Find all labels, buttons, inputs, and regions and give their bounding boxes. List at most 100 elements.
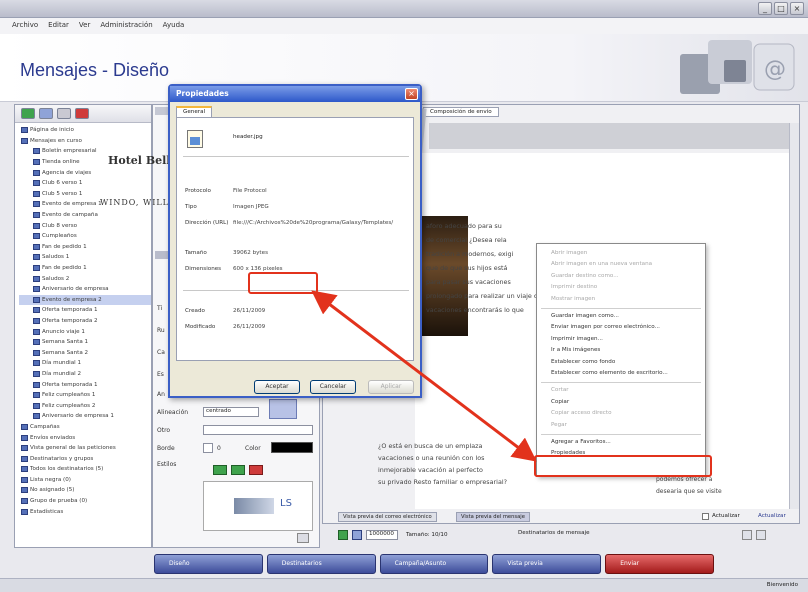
context-menu-item[interactable]: Establecer como elemento de escritorio..… [551,370,668,376]
page-title: Mensajes - Diseño [20,60,170,80]
tree-item[interactable]: Página de inicio [19,125,151,136]
tree-item[interactable]: Anuncio viaje 1 [19,326,151,337]
tree-item[interactable]: Cumpleaños [19,231,151,242]
tree-item-label: Oferta temporada 1 [42,381,98,388]
tree-item[interactable]: Mensajes en curso [19,136,151,147]
tree-item[interactable]: Club 6 verso 1 [19,178,151,189]
border-checkbox[interactable] [203,443,213,453]
tree-item[interactable]: Envíos enviados [19,432,151,443]
nav-campana-button[interactable]: Campaña/Asunto [379,554,489,574]
tree-item[interactable]: Evento de empresa 2 [19,294,151,306]
delete-icon[interactable] [75,108,89,119]
tree-item[interactable]: Vista general de las peticiones [19,443,151,454]
menu-ver[interactable]: Ver [79,21,90,31]
modified-value: 26/11/2009 [233,324,266,330]
minimize-button[interactable]: _ [758,2,772,15]
context-menu-item[interactable]: Ir a Mis imágenes [551,347,600,353]
form-section-tab[interactable] [155,251,169,259]
nav-vista-previa-button[interactable]: Vista previa [492,554,602,574]
message-icon [33,148,40,155]
tree-item[interactable]: Semana Santa 1 [19,337,151,348]
counter-field[interactable]: 1000000 [366,530,398,540]
menu-ayuda[interactable]: Ayuda [163,21,185,31]
menu-administracion[interactable]: Administración [100,21,152,31]
tree-item[interactable]: Lista negra (0) [19,475,151,486]
tree-item[interactable]: Saludos 2 [19,273,151,284]
created-label: Creado [185,308,205,314]
play-icon[interactable] [338,530,348,540]
context-menu-item[interactable]: Imprimir imagen... [551,336,603,342]
tree-item[interactable]: Destinatarios y grupos [19,453,151,464]
tree-item[interactable]: Feliz cumpleaños 2 [19,400,151,411]
tree-item[interactable]: Fan de pedido 1 [19,263,151,274]
nav-destinatarios-button[interactable]: Destinatarios [266,554,376,574]
tree-item[interactable]: Evento de campaña [19,210,151,221]
context-menu-item[interactable]: Guardar imagen como... [551,313,619,319]
style-button-1[interactable] [213,465,227,475]
add-icon[interactable] [21,108,35,119]
stop-icon[interactable] [352,530,362,540]
form-label-other: Otro [157,427,171,434]
window-controls: _ □ × [758,2,804,15]
email-text-line: inmejorable vacación al perfecto [378,466,483,474]
context-menu-item[interactable]: Enviar imagen por correo electrónico... [551,324,660,330]
next-arrow-icon[interactable] [756,530,766,540]
message-icon [33,360,40,367]
prev-arrow-icon[interactable] [742,530,752,540]
tree-item[interactable]: Aniversario de empresa [19,284,151,295]
tab-vista-previa-mensaje[interactable]: Vista previa del mensaje [456,512,530,522]
tree-item[interactable]: Oferta temporada 2 [19,316,151,327]
nav-enviar-button[interactable]: Enviar [605,554,714,574]
tree-item[interactable]: Día mundial 2 [19,369,151,380]
alignment-select[interactable]: centrado [203,407,259,417]
thumbnail-label: LS [280,498,292,509]
context-menu-item[interactable]: Agregar a Favoritos... [551,439,611,445]
cancelar-button[interactable]: Cancelar [310,380,356,394]
dialog-title[interactable]: Propiedades [170,86,420,102]
maximize-button[interactable]: □ [774,2,788,15]
menu-archivo[interactable]: Archivo [12,21,38,31]
context-menu-item[interactable]: Establecer como fondo [551,359,615,365]
nav-diseno-button[interactable]: Diseño [154,554,263,574]
tree-item[interactable]: Fan de pedido 1 [19,242,151,253]
color-label: Color [245,445,261,452]
context-menu-item: Abrir imagen [551,250,588,256]
tree-item[interactable]: Feliz cumpleaños 1 [19,390,151,401]
tree-item[interactable]: Campañas [19,422,151,433]
window-titlebar[interactable]: _ □ × [0,0,808,18]
message-icon [33,339,40,346]
doorman-image [416,216,468,336]
close-window-button[interactable]: × [790,2,804,15]
preview-scrollbar[interactable] [789,123,799,509]
dialog-close-icon[interactable]: × [405,88,418,100]
tree-item[interactable]: Estadísticas [19,506,151,517]
tree-item[interactable]: Oferta temporada 1 [19,379,151,390]
tree-item[interactable]: Agencia de viajes [19,167,151,178]
tree-item[interactable]: Club 8 verso [19,220,151,231]
tree-item-label: Feliz cumpleaños 1 [42,392,96,399]
status-text: Bienvenido [766,582,798,588]
context-menu-item[interactable]: Copiar [551,399,569,405]
tree-item[interactable]: Semana Santa 2 [19,347,151,358]
aceptar-button[interactable]: Aceptar [254,380,300,394]
menu-editar[interactable]: Editar [48,21,69,31]
style-button-2[interactable] [231,465,245,475]
tree-item[interactable]: Grupo de prueba (0) [19,496,151,507]
tree-item[interactable]: Saludos 1 [19,252,151,263]
actualizar-checkbox[interactable] [702,513,709,520]
tree-item[interactable]: Todos los destinatarios (5) [19,464,151,475]
other-field[interactable] [203,425,313,435]
tree-item[interactable]: Aniversario de empresa 1 [19,411,151,422]
refresh-icon[interactable] [39,108,53,119]
color-swatch[interactable] [271,442,313,453]
tree-item[interactable]: Oferta temporada 1 [19,305,151,316]
tree-item[interactable]: Día mundial 1 [19,358,151,369]
tab-vista-previa-correo[interactable]: Vista previa del correo electrónico [338,512,437,522]
image-edit-icon[interactable] [297,533,309,543]
message-icon [33,307,40,314]
copy-icon[interactable] [57,108,71,119]
style-button-3[interactable] [249,465,263,475]
tab-composicion[interactable]: Composición de envío [423,107,499,117]
tree-item[interactable]: No asignado (5) [19,485,151,496]
actualizar-link[interactable]: Actualizar [758,513,786,519]
